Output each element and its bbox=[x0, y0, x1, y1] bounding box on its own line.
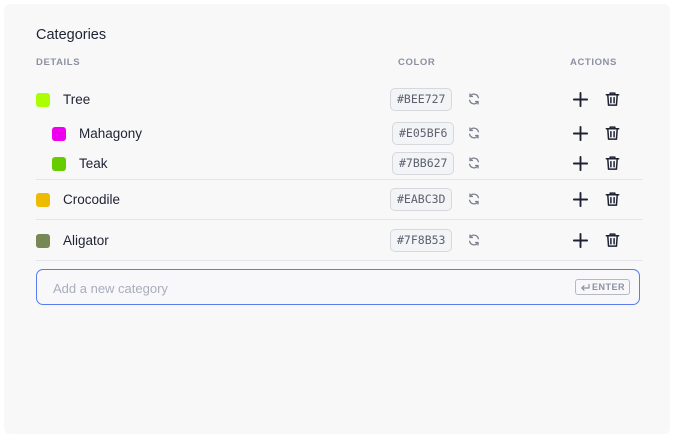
color-swatch[interactable] bbox=[52, 157, 66, 171]
category-row-crocodile: Crocodile #EABC3D bbox=[4, 185, 670, 215]
refresh-icon[interactable] bbox=[467, 233, 481, 247]
row-divider bbox=[36, 260, 642, 261]
plus-icon[interactable] bbox=[572, 232, 589, 249]
new-category-input[interactable] bbox=[51, 270, 565, 306]
hex-color-field[interactable]: #EABC3D bbox=[390, 188, 453, 211]
enter-key-label: ENTER bbox=[591, 282, 625, 292]
categories-panel: Categories DETAILS COLOR ACTIONS Tree #B… bbox=[4, 4, 670, 434]
refresh-icon[interactable] bbox=[467, 156, 481, 170]
column-header-color: COLOR bbox=[398, 57, 436, 68]
enter-key-hint: ENTER bbox=[574, 279, 630, 295]
column-header-details: DETAILS bbox=[36, 57, 81, 68]
category-name: Tree bbox=[63, 92, 91, 107]
hex-color-field[interactable]: #BEE727 bbox=[390, 88, 453, 111]
column-header-actions: ACTIONS bbox=[570, 57, 617, 68]
color-swatch[interactable] bbox=[52, 127, 66, 141]
refresh-icon[interactable] bbox=[467, 126, 481, 140]
trash-icon[interactable] bbox=[604, 124, 621, 142]
plus-icon[interactable] bbox=[572, 191, 589, 208]
hex-color-field[interactable]: #E05BF6 bbox=[392, 122, 455, 145]
plus-icon[interactable] bbox=[572, 125, 589, 142]
category-row-teak: Teak #7BB627 bbox=[4, 149, 670, 179]
category-name: Crocodile bbox=[63, 192, 121, 207]
new-category-field: ENTER bbox=[36, 269, 640, 306]
color-swatch[interactable] bbox=[36, 234, 50, 248]
color-swatch[interactable] bbox=[36, 93, 50, 107]
plus-icon[interactable] bbox=[572, 91, 589, 108]
plus-icon[interactable] bbox=[572, 155, 589, 172]
refresh-icon[interactable] bbox=[467, 192, 481, 206]
color-swatch[interactable] bbox=[36, 193, 50, 207]
trash-icon[interactable] bbox=[604, 231, 621, 249]
row-divider bbox=[36, 179, 642, 180]
category-row-tree: Tree #BEE727 bbox=[4, 85, 670, 115]
trash-icon[interactable] bbox=[604, 154, 621, 172]
refresh-icon[interactable] bbox=[467, 92, 481, 106]
category-name: Aligator bbox=[63, 233, 109, 248]
hex-color-field[interactable]: #7F8B53 bbox=[390, 229, 453, 252]
category-name: Mahagony bbox=[79, 126, 143, 141]
category-row-aligator: Aligator #7F8B53 bbox=[4, 226, 670, 256]
return-icon bbox=[581, 283, 590, 291]
trash-icon[interactable] bbox=[604, 90, 621, 108]
trash-icon[interactable] bbox=[604, 190, 621, 208]
hex-color-field[interactable]: #7BB627 bbox=[392, 152, 455, 175]
category-name: Teak bbox=[79, 156, 108, 171]
page-title: Categories bbox=[36, 27, 107, 43]
category-row-mahagony: Mahagony #E05BF6 bbox=[4, 119, 670, 149]
row-divider bbox=[36, 219, 642, 220]
